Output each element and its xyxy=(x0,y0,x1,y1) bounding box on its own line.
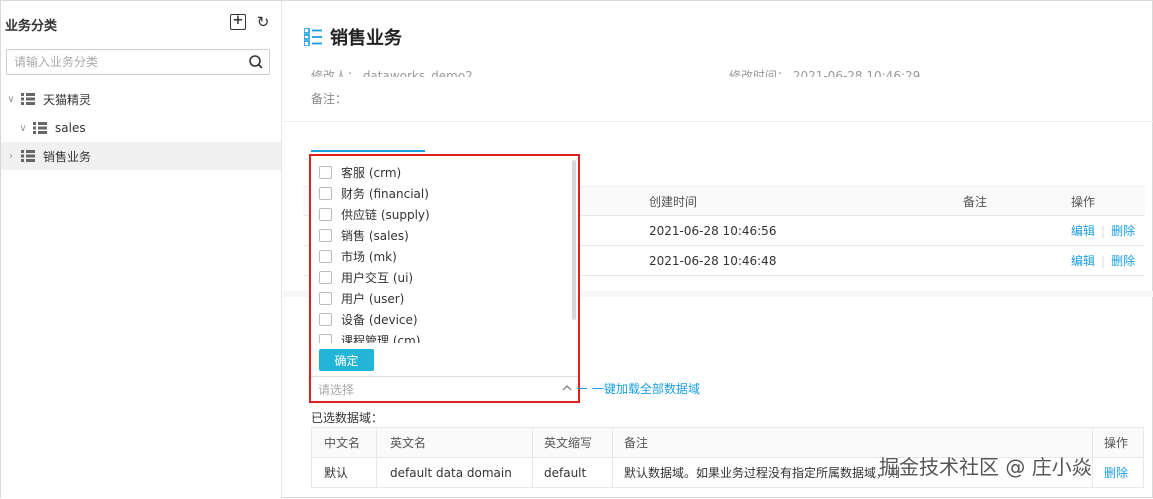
option-crm[interactable]: 客服 (crm) xyxy=(311,162,573,183)
delete-link[interactable]: 删除 xyxy=(1111,224,1135,238)
edit-link[interactable]: 编辑 xyxy=(1071,254,1095,268)
modified-by: 修改人： dataworks_demo2 xyxy=(311,69,473,77)
option-label: 财务 (financial) xyxy=(341,187,429,201)
option-label: 销售 (sales) xyxy=(341,229,409,243)
option-label: 客服 (crm) xyxy=(341,166,402,180)
checkbox[interactable] xyxy=(319,250,332,263)
selected-domains-label: 已选数据域： xyxy=(311,411,384,425)
chevron-down-icon[interactable]: ∨ xyxy=(18,123,28,134)
sidebar-title: 业务分类 xyxy=(5,19,58,34)
load-all-domains-link[interactable]: 一键加载全部数据域 xyxy=(576,380,700,397)
list-icon xyxy=(33,122,47,134)
col-en-name: 英文名 xyxy=(390,436,427,450)
col-note: 备注 xyxy=(624,436,649,450)
tree-item-label: 天猫精灵 xyxy=(43,92,92,107)
chevron-right-icon[interactable]: › xyxy=(6,151,16,162)
sidebar: 业务分类 + ↻ ∨ 天猫精灵 ∨ sales › 销售业务 xyxy=(1,1,282,499)
col-note: 备注 xyxy=(963,195,988,209)
cn-name: 默认 xyxy=(324,466,349,480)
col-ops: 操作 xyxy=(1071,195,1096,209)
checkbox[interactable] xyxy=(319,229,332,242)
checkbox[interactable] xyxy=(319,187,332,200)
option-mk[interactable]: 市场 (mk) xyxy=(311,246,573,267)
checkbox[interactable] xyxy=(319,208,332,221)
tree-item-sales-business[interactable]: › 销售业务 xyxy=(1,142,281,170)
option-supply[interactable]: 供应链 (supply) xyxy=(311,204,573,225)
checkbox[interactable] xyxy=(319,334,332,343)
checkbox[interactable] xyxy=(319,271,332,284)
option-label: 设备 (device) xyxy=(341,313,418,327)
option-user[interactable]: 用户 (user) xyxy=(311,288,573,309)
tree-item-label: 销售业务 xyxy=(43,149,92,164)
option-ui[interactable]: 用户交互 (ui) xyxy=(311,267,573,288)
option-label: 供应链 (supply) xyxy=(341,208,430,222)
sidebar-actions: + ↻ xyxy=(230,14,271,30)
en-abbr: default xyxy=(544,466,587,480)
col-ops: 操作 xyxy=(1104,436,1129,450)
domain-multiselect-dropdown: 客服 (crm) 财务 (financial) 供应链 (supply) 销售 … xyxy=(309,154,580,403)
checkbox[interactable] xyxy=(319,292,332,305)
option-device[interactable]: 设备 (device) xyxy=(311,309,573,330)
confirm-button[interactable]: 确定 xyxy=(319,349,374,371)
delete-link[interactable]: 删除 xyxy=(1104,458,1128,488)
col-en-abbr: 英文缩写 xyxy=(544,436,593,450)
page-header: 销售业务 xyxy=(304,24,402,50)
active-tab-indicator xyxy=(311,150,425,152)
en-name: default data domain xyxy=(390,466,512,480)
chevron-down-icon[interactable]: ∨ xyxy=(6,94,16,105)
option-label: 用户交互 (ui) xyxy=(341,271,414,285)
tree-item-label: sales xyxy=(55,121,86,135)
add-category-icon[interactable]: + xyxy=(230,14,246,30)
col-cn-name: 中文名 xyxy=(324,436,361,450)
modified-time: 修改时间： 2021-06-28 10:46:29 xyxy=(729,69,921,77)
option-list[interactable]: 客服 (crm) 财务 (financial) 供应链 (supply) 销售 … xyxy=(311,156,573,343)
list-icon xyxy=(21,93,35,105)
watermark: 掘金技术社区 @ 庄小焱 xyxy=(879,455,1092,479)
checkbox[interactable] xyxy=(319,166,332,179)
divider xyxy=(283,121,1153,122)
category-search-input[interactable] xyxy=(7,50,237,74)
page-title: 销售业务 xyxy=(330,28,402,49)
select-placeholder: 请选择 xyxy=(318,383,355,397)
main-content: 销售业务 修改人： dataworks_demo2 修改时间： 2021-06-… xyxy=(283,1,1153,499)
option-label: 用户 (user) xyxy=(341,292,405,306)
checkbox[interactable] xyxy=(319,313,332,326)
delete-link[interactable]: 删除 xyxy=(1111,254,1135,268)
tree-item-tmall-genie[interactable]: ∨ 天猫精灵 xyxy=(1,85,281,113)
domain-select[interactable]: 请选择 xyxy=(311,376,578,401)
created-time: 2021-06-28 10:46:56 xyxy=(649,224,777,238)
search-icon[interactable] xyxy=(248,54,264,70)
col-created-time: 创建时间 xyxy=(649,195,698,209)
option-financial[interactable]: 财务 (financial) xyxy=(311,183,573,204)
option-label: 市场 (mk) xyxy=(341,250,397,264)
scrollbar[interactable] xyxy=(572,160,576,320)
option-cm[interactable]: 课程管理 (cm) xyxy=(311,330,573,343)
option-label: 课程管理 (cm) xyxy=(341,334,421,343)
edit-link[interactable]: 编辑 xyxy=(1071,224,1095,238)
created-time: 2021-06-28 10:46:48 xyxy=(649,254,777,268)
row-ops: 编辑 | 删除 xyxy=(1071,254,1136,268)
refresh-icon[interactable]: ↻ xyxy=(255,14,271,30)
note-label: 备注： xyxy=(311,92,348,106)
category-search xyxy=(6,49,270,75)
category-icon xyxy=(304,28,322,46)
row-ops: 编辑 | 删除 xyxy=(1071,224,1136,238)
tree-item-sales[interactable]: ∨ sales xyxy=(1,114,281,142)
chevron-up-icon[interactable] xyxy=(561,382,573,394)
option-sales[interactable]: 销售 (sales) xyxy=(311,225,573,246)
list-icon xyxy=(21,150,35,162)
